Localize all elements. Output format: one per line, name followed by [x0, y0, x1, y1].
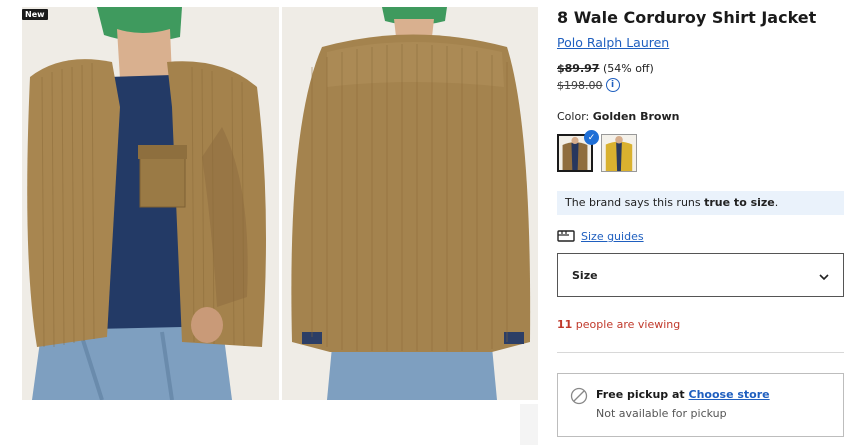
pickup-title: Free pickup at Choose store	[596, 388, 770, 401]
fit-text-prefix: The brand says this runs	[565, 196, 705, 209]
size-dropdown[interactable]: Size	[557, 253, 844, 297]
color-selected-name: Golden Brown	[592, 110, 680, 123]
viewers-count: 11 people are viewing	[557, 318, 680, 331]
discount-percent: (54% off)	[602, 62, 654, 75]
size-guides-link[interactable]: Size guides	[557, 227, 644, 246]
original-price-row: $198.00 i	[557, 78, 620, 92]
new-badge: New	[22, 9, 48, 20]
fit-text-suffix: .	[774, 196, 779, 209]
original-price: $198.00	[557, 78, 603, 92]
brand-link[interactable]: Polo Ralph Lauren	[557, 35, 669, 50]
viewers-text: people are viewing	[572, 318, 681, 331]
product-title: 8 Wale Corduroy Shirt Jacket	[557, 8, 817, 27]
fit-text-emphasis: true to size	[704, 196, 775, 209]
chevron-down-icon	[819, 266, 829, 285]
choose-store-link[interactable]: Choose store	[689, 388, 770, 401]
ruler-icon	[557, 227, 575, 246]
color-label-prefix: Color:	[557, 110, 593, 123]
size-guides-label: Size guides	[581, 230, 644, 243]
color-swatch-yellow[interactable]	[601, 134, 637, 172]
info-circle-icon[interactable]: i	[605, 78, 620, 92]
gallery-thumbnail-strip	[520, 404, 538, 445]
color-label: Color: Golden Brown	[557, 110, 679, 123]
sale-price: $89.97	[557, 62, 600, 75]
price-row: $89.97 (54% off)	[557, 62, 654, 75]
prohibited-icon	[570, 387, 588, 409]
product-image-front[interactable]	[22, 7, 279, 400]
product-image-back[interactable]	[282, 7, 538, 400]
pickup-status: Not available for pickup	[596, 407, 727, 420]
divider	[557, 352, 844, 353]
pickup-title-text: Free pickup at	[596, 388, 689, 401]
size-dropdown-label: Size	[572, 268, 598, 282]
viewers-number: 11	[557, 318, 573, 331]
pickup-option[interactable]: Free pickup at Choose store Not availabl…	[557, 373, 844, 437]
fit-info-banner: The brand says this runs true to size.	[557, 191, 844, 215]
checkmark-icon: ✓	[584, 130, 599, 145]
